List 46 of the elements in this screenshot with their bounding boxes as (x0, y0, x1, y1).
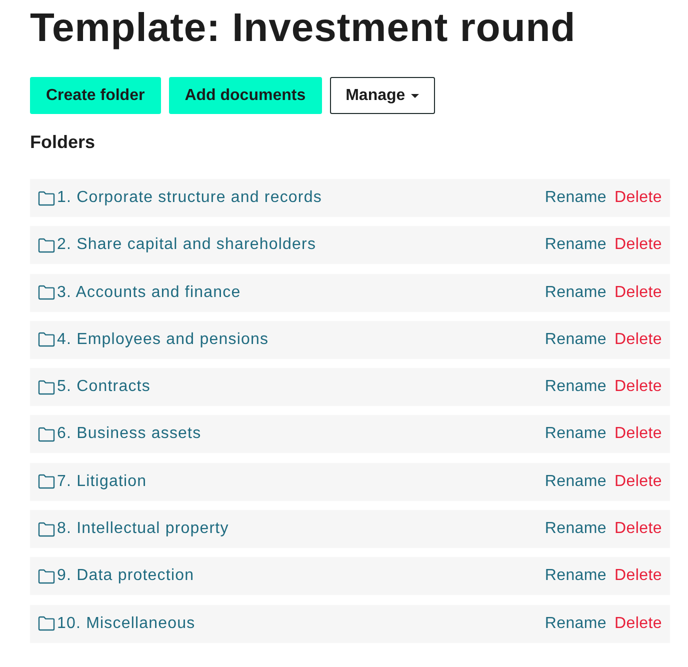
section-heading: Folders (30, 131, 96, 153)
delete-link[interactable]: Delete (614, 236, 662, 254)
action-button[interactable]: Create folder (30, 77, 161, 114)
delete-link[interactable]: Delete (614, 567, 662, 586)
delete-link[interactable]: Delete (614, 472, 662, 491)
folder-icon (38, 474, 55, 490)
folder-icon (38, 522, 55, 537)
rename-link[interactable]: Rename (544, 284, 607, 302)
folder-icon (38, 568, 55, 584)
folder-link[interactable]: 7. Litigation (57, 472, 147, 491)
delete-link[interactable]: Delete (614, 520, 662, 538)
folder-icon (38, 380, 55, 395)
folder-link[interactable]: 9. Data protection (57, 567, 194, 586)
delete-link[interactable]: Delete (614, 284, 662, 302)
dropdown-button[interactable]: Manage (330, 77, 436, 114)
folder-link[interactable]: 8. Intellectual property (57, 520, 229, 538)
folder-icon (38, 238, 55, 253)
rename-link[interactable]: Rename (544, 472, 607, 491)
folder-link[interactable]: 3. Accounts and finance (57, 284, 241, 302)
rename-link[interactable]: Rename (544, 567, 607, 586)
rename-link[interactable]: Rename (544, 614, 607, 633)
caret-icon (411, 94, 420, 98)
folder-link[interactable]: 1. Corporate structure and records (57, 189, 322, 207)
folder-icon (38, 285, 55, 300)
rename-link[interactable]: Rename (544, 236, 607, 254)
rename-link[interactable]: Rename (544, 520, 607, 538)
folder-link[interactable]: 4. Employees and pensions (57, 330, 269, 349)
delete-link[interactable]: Delete (614, 189, 662, 207)
rename-link[interactable]: Rename (544, 378, 607, 396)
folder-icon (38, 332, 55, 348)
folder-icon (38, 426, 55, 442)
folder-link[interactable]: 6. Business assets (57, 425, 202, 444)
delete-link[interactable]: Delete (614, 614, 662, 633)
action-button[interactable]: Add documents (168, 77, 322, 114)
folder-link[interactable]: 10. Miscellaneous (57, 614, 196, 633)
delete-link[interactable]: Delete (614, 330, 662, 349)
folder-icon (38, 190, 55, 206)
folder-link[interactable]: 5. Contracts (57, 378, 150, 396)
folder-icon (38, 616, 55, 632)
folder-link[interactable]: 2. Share capital and shareholders (57, 236, 316, 254)
rename-link[interactable]: Rename (544, 189, 607, 207)
delete-link[interactable]: Delete (614, 378, 662, 396)
page-title: Template: Investment round (30, 5, 577, 52)
rename-link[interactable]: Rename (544, 330, 607, 349)
rename-link[interactable]: Rename (544, 425, 607, 444)
delete-link[interactable]: Delete (614, 425, 662, 444)
